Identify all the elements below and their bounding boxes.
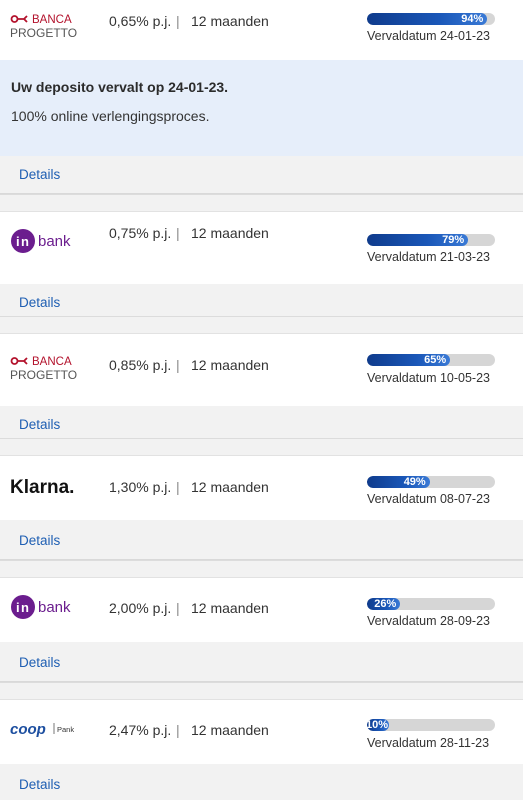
klarna-logo: Klarna.	[10, 473, 90, 509]
term-progress-bar: 79%	[367, 234, 495, 246]
progress-fill: 26%	[367, 598, 401, 610]
interest-rate: 1,30% p.j.	[109, 479, 172, 495]
expiry-date: Vervaldatum 21-03-23	[367, 250, 490, 264]
deposit-term: 12 maanden	[191, 357, 269, 373]
progress-label: 79%	[442, 234, 465, 246]
progress-label: 65%	[424, 354, 447, 366]
deposit-summary: coop Pank 2,47% p.j. | 12 maanden 10% Ve…	[0, 700, 523, 764]
separator: |	[176, 600, 180, 616]
card-divider	[0, 316, 523, 334]
progress-fill: 65%	[367, 354, 451, 366]
deposit-term: 12 maanden	[191, 225, 269, 241]
progress-fill: 79%	[367, 234, 469, 246]
card-divider	[0, 560, 523, 578]
inbank-logo: i n bank	[10, 590, 90, 626]
interest-rate: 0,85% p.j.	[109, 357, 172, 373]
expiry-date: Vervaldatum 24-01-23	[367, 29, 490, 43]
deposit-term: 12 maanden	[191, 600, 269, 616]
deposit-summary: i n bank 2,00% p.j. | 12 maanden 26% Ver…	[0, 578, 523, 642]
deposit-summary: BANCA PROGETTO 0,65% p.j. | 12 maanden 9…	[0, 0, 523, 60]
expiry-date: Vervaldatum 08-07-23	[367, 492, 490, 506]
term-progress-bar: 10%	[367, 719, 495, 731]
deposit-card: coop Pank 2,47% p.j. | 12 maanden 10% Ve…	[0, 700, 523, 800]
details-link[interactable]: Details	[19, 417, 60, 432]
expiry-date: Vervaldatum 28-11-23	[367, 736, 490, 750]
svg-text:i: i	[16, 234, 20, 249]
expiry-date: Vervaldatum 28-09-23	[367, 614, 490, 628]
progress-label: 49%	[403, 476, 426, 488]
details-bar: Details	[0, 642, 523, 682]
notice-title: Uw deposito vervalt op 24-01-23.	[11, 79, 229, 95]
progress-label: 10%	[367, 719, 388, 731]
separator: |	[176, 225, 180, 241]
details-bar: Details	[0, 520, 523, 560]
svg-text:Pank: Pank	[57, 725, 74, 734]
svg-text:bank: bank	[38, 599, 71, 616]
expiry-date: Vervaldatum 10-05-23	[367, 371, 490, 385]
card-divider	[0, 194, 523, 212]
progress-label: 26%	[374, 598, 397, 610]
deposit-card: i n bank 0,75% p.j. | 12 maanden 79% Ver…	[0, 212, 523, 322]
svg-text:BANCA: BANCA	[32, 14, 72, 26]
svg-text:n: n	[21, 234, 29, 249]
svg-text:coop: coop	[10, 721, 46, 738]
progress-fill: 10%	[367, 719, 389, 731]
details-link[interactable]: Details	[19, 533, 60, 548]
deposit-card: i n bank 2,00% p.j. | 12 maanden 26% Ver…	[0, 578, 523, 682]
card-divider	[0, 682, 523, 700]
banca-progetto-logo: BANCA PROGETTO	[10, 352, 90, 388]
details-bar: Details	[0, 156, 523, 194]
svg-text:Klarna.: Klarna.	[10, 477, 74, 498]
deposit-summary: i n bank 0,75% p.j. | 12 maanden 79% Ver…	[0, 212, 523, 272]
expiry-notice: Uw deposito vervalt op 24-01-23. 100% on…	[0, 60, 523, 156]
svg-text:PROGETTO: PROGETTO	[10, 368, 77, 382]
inbank-logo: i n bank	[10, 222, 90, 258]
interest-rate: 2,47% p.j.	[109, 722, 172, 738]
card-divider	[0, 438, 523, 456]
deposit-term: 12 maanden	[191, 13, 269, 29]
separator: |	[176, 357, 180, 373]
deposit-summary: BANCA PROGETTO 0,85% p.j. | 12 maanden 6…	[0, 334, 523, 406]
deposit-term: 12 maanden	[191, 722, 269, 738]
term-progress-bar: 26%	[367, 598, 495, 610]
details-link[interactable]: Details	[19, 777, 60, 792]
deposit-term: 12 maanden	[191, 479, 269, 495]
term-progress-bar: 65%	[367, 354, 495, 366]
svg-text:PROGETTO: PROGETTO	[10, 26, 77, 40]
details-link[interactable]: Details	[19, 295, 60, 310]
coop-pank-logo: coop Pank	[10, 717, 90, 753]
interest-rate: 0,65% p.j.	[109, 13, 172, 29]
details-link[interactable]: Details	[19, 655, 60, 670]
deposit-summary: Klarna. 1,30% p.j. | 12 maanden 49% Verv…	[0, 456, 523, 520]
details-link[interactable]: Details	[19, 167, 60, 182]
separator: |	[176, 13, 180, 29]
details-bar: Details	[0, 764, 523, 800]
progress-fill: 49%	[367, 476, 430, 488]
svg-text:BANCA: BANCA	[32, 356, 72, 368]
separator: |	[176, 479, 180, 495]
svg-text:bank: bank	[38, 233, 71, 250]
progress-fill: 94%	[367, 13, 488, 25]
svg-text:i: i	[16, 600, 20, 615]
banca-progetto-logo: BANCA PROGETTO	[10, 10, 90, 46]
interest-rate: 0,75% p.j.	[109, 225, 172, 241]
term-progress-bar: 94%	[367, 13, 495, 25]
separator: |	[176, 722, 180, 738]
progress-label: 94%	[461, 13, 484, 25]
interest-rate: 2,00% p.j.	[109, 600, 172, 616]
notice-text: 100% online verlengingsproces.	[11, 108, 210, 124]
deposit-card: BANCA PROGETTO 0,85% p.j. | 12 maanden 6…	[0, 334, 523, 444]
deposit-card: Klarna. 1,30% p.j. | 12 maanden 49% Verv…	[0, 456, 523, 560]
term-progress-bar: 49%	[367, 476, 495, 488]
deposit-card: BANCA PROGETTO 0,65% p.j. | 12 maanden 9…	[0, 0, 523, 194]
svg-text:n: n	[21, 600, 29, 615]
